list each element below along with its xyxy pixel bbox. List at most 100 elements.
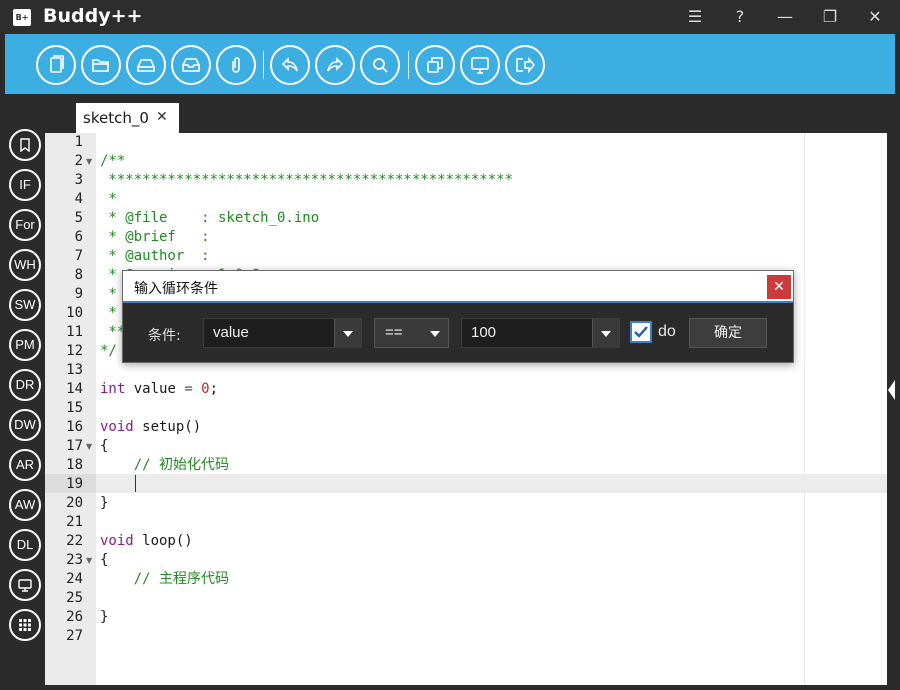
undo-icon <box>281 57 298 72</box>
help-button[interactable]: ? <box>725 5 755 29</box>
code-token: * @author : <box>100 248 210 264</box>
code-line: 3 **************************************… <box>45 171 887 190</box>
sidebar-item-grid[interactable] <box>9 609 41 641</box>
compare-value: 100 <box>471 324 497 341</box>
line-number: 2 <box>74 153 83 169</box>
dialog-close-button[interactable]: ✕ <box>767 275 791 299</box>
code-line: 27 <box>45 627 887 646</box>
line-number: 26 <box>66 609 83 625</box>
code-line: 23 ▼ { <box>45 551 887 570</box>
do-checkbox-label[interactable]: do <box>658 323 676 341</box>
attach-icon <box>232 57 240 73</box>
code-text: * @brief : <box>100 228 209 247</box>
line-number: 23 <box>66 552 83 568</box>
line-number: 6 <box>74 229 83 245</box>
sidebar-item-digitalwrite[interactable]: DW <box>9 409 41 441</box>
bottom-strip <box>45 685 887 690</box>
new-file-button[interactable] <box>36 45 76 85</box>
monitor-button[interactable] <box>460 45 500 85</box>
code-text: * @author : <box>100 247 210 266</box>
code-line: 6 * @brief : <box>45 228 887 247</box>
do-checkbox[interactable] <box>630 321 652 343</box>
panel-collapse-handle[interactable] <box>888 380 895 400</box>
code-editor[interactable]: 1 2 ▼ /** 3 ********************************… <box>45 133 887 685</box>
sidebar-item-analogread[interactable]: AR <box>9 449 41 481</box>
attach-button[interactable] <box>216 45 256 85</box>
line-number: 7 <box>74 248 83 264</box>
compare-value-select[interactable]: 100 <box>461 318 620 348</box>
redo-button[interactable] <box>315 45 355 85</box>
minimize-button[interactable]: — <box>770 5 800 29</box>
code-text: * <box>100 304 117 323</box>
text-cursor <box>135 475 136 492</box>
variable-select[interactable]: value <box>203 318 362 348</box>
save-as-button[interactable] <box>171 45 211 85</box>
chevron-down-icon[interactable] <box>592 319 619 347</box>
code-line: 13 <box>45 361 887 380</box>
line-number: 20 <box>66 495 83 511</box>
code-token: ; <box>209 381 219 397</box>
code-text: * @file : sketch_0.ino <box>100 209 319 228</box>
line-number: 3 <box>74 172 83 188</box>
code-line: 2 ▼ /** <box>45 152 887 171</box>
fold-toggle-icon[interactable]: ▼ <box>86 551 92 570</box>
code-token: value <box>125 381 185 397</box>
confirm-button[interactable]: 确定 <box>689 318 767 348</box>
app-logo: B+ <box>13 9 31 26</box>
code-token: * <box>100 305 117 321</box>
sidebar-item-label: WH <box>14 257 36 272</box>
loop-condition-dialog: 输入循环条件 ✕ 条件: value == 100 do 确定 <box>122 270 794 363</box>
code-token: /** <box>100 153 126 169</box>
code-text: /** <box>100 152 125 171</box>
sidebar-item-for[interactable]: For <box>9 209 41 241</box>
undo-button[interactable] <box>270 45 310 85</box>
restore-button[interactable]: ❐ <box>815 5 845 29</box>
new-file-icon <box>50 55 64 73</box>
code-line: 7 * @author : <box>45 247 887 266</box>
line-number: 11 <box>66 324 83 340</box>
app-title: Buddy++ <box>43 5 143 27</box>
code-text: void loop() <box>100 532 193 551</box>
sidebar-item-delay[interactable]: DL <box>9 529 41 561</box>
upload-button[interactable] <box>505 45 545 85</box>
sidebar-item-label: DR <box>15 377 35 392</box>
code-text: } <box>100 608 108 627</box>
code-text: // 主程序代码 <box>100 570 229 589</box>
copy-button[interactable] <box>415 45 455 85</box>
operator-select[interactable]: == <box>374 318 449 348</box>
sidebar-item-while[interactable]: WH <box>9 249 41 281</box>
sidebar-item-switch[interactable]: SW <box>9 289 41 321</box>
tab-sketch-0[interactable]: sketch_0 ✕ <box>76 103 179 133</box>
code-line: 19 <box>45 475 887 494</box>
search-icon <box>373 58 388 73</box>
sidebar-item-monitor[interactable] <box>9 569 41 601</box>
fold-toggle-icon[interactable]: ▼ <box>86 152 92 171</box>
close-tab-icon[interactable]: ✕ <box>156 109 168 125</box>
code-line: 5 * @file : sketch_0.ino <box>45 209 887 228</box>
code-token: void <box>100 419 134 435</box>
code-text: void setup() <box>100 418 201 437</box>
code-token: { <box>100 552 109 568</box>
menu-button[interactable]: ☰ <box>680 5 710 29</box>
code-line: 22 void loop() <box>45 532 887 551</box>
sidebar-item-analogwrite[interactable]: AW <box>9 489 41 521</box>
close-window-button[interactable]: ✕ <box>860 5 890 29</box>
line-number: 9 <box>74 286 83 302</box>
line-number: 12 <box>66 343 83 359</box>
chevron-down-icon[interactable] <box>334 319 361 347</box>
line-number: 14 <box>66 381 83 397</box>
fold-toggle-icon[interactable]: ▼ <box>86 437 92 456</box>
sidebar-item-pinmode[interactable]: PM <box>9 329 41 361</box>
operator-value: == <box>385 324 403 341</box>
save-button[interactable] <box>126 45 166 85</box>
code-text: } <box>100 494 108 513</box>
code-token: loop() <box>133 533 193 549</box>
search-button[interactable] <box>360 45 400 85</box>
code-line: 17 ▼ { <box>45 437 887 456</box>
code-token: // 初始化代码 <box>100 457 230 473</box>
sidebar-item-digitalread[interactable]: DR <box>9 369 41 401</box>
open-folder-button[interactable] <box>81 45 121 85</box>
line-number: 18 <box>66 457 83 473</box>
sidebar-item-bookmark[interactable] <box>9 129 41 161</box>
sidebar-item-if[interactable]: IF <box>9 169 41 201</box>
